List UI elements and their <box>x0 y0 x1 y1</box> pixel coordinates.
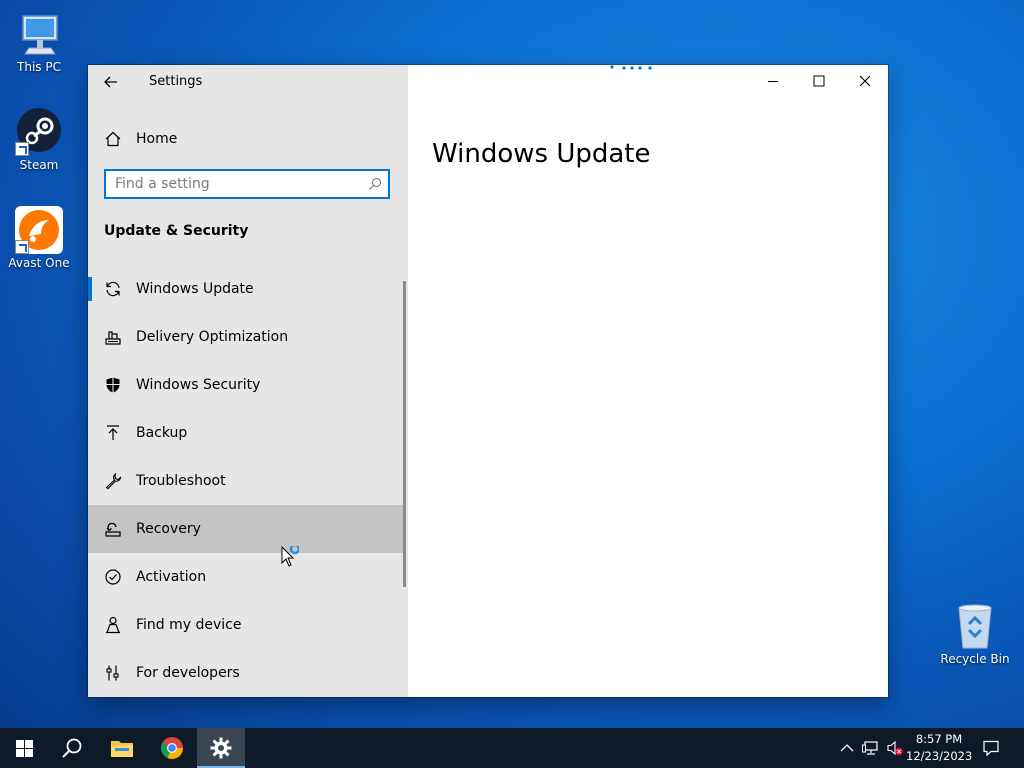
clock-date: 12/23/2023 <box>906 749 973 763</box>
taskbar: 8:57 PM 12/23/2023 <box>0 728 1024 768</box>
avast-one-icon <box>15 206 63 254</box>
backup-arrow-icon <box>107 425 119 440</box>
sidebar-scrollbar[interactable] <box>403 281 406 587</box>
sidebar-item-label: Windows Security <box>136 377 261 393</box>
steam-icon <box>15 108 63 156</box>
sidebar-item-backup[interactable]: Backup <box>88 409 406 457</box>
sidebar-item-activation[interactable]: Activation <box>88 553 406 601</box>
taskbar-chrome[interactable] <box>148 728 196 768</box>
taskbar-search-button[interactable] <box>48 728 96 768</box>
sidebar-nav: Windows Update Delivery Optimization Win… <box>88 265 406 697</box>
sidebar-item-label: Backup <box>136 425 188 441</box>
search-icon <box>62 738 82 758</box>
this-pc-icon <box>15 10 63 58</box>
sidebar-item-windows-security[interactable]: Windows Security <box>88 361 406 409</box>
content-pane: Windows Update <box>408 65 888 697</box>
sidebar-item-find-my-device[interactable]: Find my device <box>88 601 406 649</box>
close-button[interactable] <box>842 65 888 97</box>
shield-icon <box>106 377 120 393</box>
recovery-icon <box>105 522 121 537</box>
sidebar-item-label: Find my device <box>136 617 242 633</box>
sidebar-item-delivery-optimization[interactable]: Delivery Optimization <box>88 313 406 361</box>
volume-muted-icon[interactable] <box>886 739 904 757</box>
sidebar-item-for-developers[interactable]: For developers <box>88 649 406 697</box>
back-arrow-icon <box>104 76 117 88</box>
close-icon <box>859 75 871 87</box>
network-icon[interactable] <box>862 739 880 757</box>
taskbar-settings[interactable] <box>197 728 245 768</box>
desktop-icon-label: Steam <box>19 158 59 172</box>
check-circle-icon <box>105 569 121 585</box>
desktop-icon-steam[interactable]: Steam <box>3 108 75 172</box>
busy-cursor-icon <box>281 546 299 567</box>
sidebar-item-troubleshoot[interactable]: Troubleshoot <box>88 457 406 505</box>
desktop-icon-label: Recycle Bin <box>940 652 1010 666</box>
wrench-icon <box>105 472 122 490</box>
show-hidden-icons-chevron-icon[interactable] <box>838 739 856 757</box>
desktop-icon-label: This PC <box>17 60 61 74</box>
refresh-icon <box>106 281 120 297</box>
taskbar-file-explorer[interactable] <box>98 728 146 768</box>
sidebar-item-label: Activation <box>136 569 207 585</box>
sidebar-item-label: Recovery <box>136 521 201 537</box>
search-icon <box>369 177 382 190</box>
sidebar-item-label: Troubleshoot <box>136 473 226 489</box>
maximize-button[interactable] <box>796 65 842 97</box>
maximize-icon <box>813 75 825 87</box>
app-title: Settings <box>149 74 203 89</box>
back-button[interactable] <box>100 71 122 93</box>
home-label: Home <box>136 131 178 147</box>
sidebar-item-label: Windows Update <box>136 281 254 297</box>
start-icon <box>15 739 33 757</box>
delivery-optimization-icon <box>105 331 121 345</box>
sidebar-item-label: Delivery Optimization <box>136 329 289 345</box>
home-icon <box>105 131 121 147</box>
recycle-bin-icon <box>951 602 999 650</box>
minimize-button[interactable] <box>750 65 796 97</box>
desktop-icon-recycle-bin[interactable]: Recycle Bin <box>939 602 1011 666</box>
clock-time: 8:57 PM <box>915 732 963 746</box>
file-explorer-icon <box>111 741 133 757</box>
minimize-icon <box>768 81 778 82</box>
settings-sidebar: Settings Home Update & Security Windows <box>88 65 408 697</box>
system-clock[interactable]: 8:57 PM 12/23/2023 <box>906 731 972 765</box>
notifications-icon[interactable] <box>982 739 1000 757</box>
desktop-icon-avast-one[interactable]: Avast One <box>3 206 75 270</box>
sidebar-item-label: For developers <box>136 665 240 681</box>
search-input[interactable] <box>106 171 355 197</box>
loading-dots-icon <box>610 65 652 70</box>
start-button[interactable] <box>0 728 48 768</box>
sidebar-item-windows-update[interactable]: Windows Update <box>88 265 406 313</box>
desktop-icon-label: Avast One <box>8 256 70 270</box>
page-title: Windows Update <box>432 139 651 170</box>
home-link[interactable]: Home <box>104 129 177 149</box>
settings-gear-icon <box>210 737 232 759</box>
developer-tools-icon <box>106 665 119 681</box>
desktop-icon-this-pc[interactable]: This PC <box>3 10 75 74</box>
settings-window: Settings Home Update & Security Windows <box>88 65 888 697</box>
section-title: Update & Security <box>104 223 249 239</box>
settings-search-box[interactable] <box>104 169 390 199</box>
title-bar: Settings <box>88 65 408 97</box>
sidebar-item-recovery[interactable]: Recovery <box>88 505 406 553</box>
person-location-icon <box>106 616 120 634</box>
chrome-icon <box>161 737 183 759</box>
